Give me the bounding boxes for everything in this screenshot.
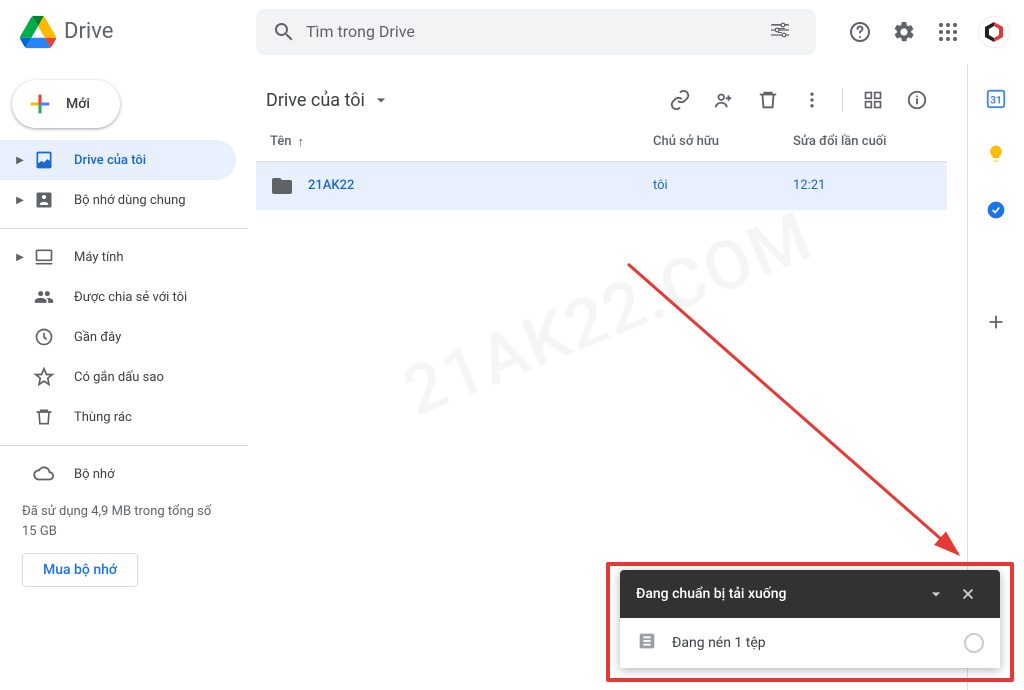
tasks-addon-icon[interactable] bbox=[976, 190, 1016, 230]
search-input[interactable] bbox=[306, 22, 750, 41]
toast-header: Đang chuẩn bị tải xuống bbox=[620, 570, 1000, 618]
sidebar-item-storage[interactable]: Bộ nhớ bbox=[0, 454, 236, 494]
share-icon[interactable] bbox=[704, 80, 744, 120]
svg-text:31: 31 bbox=[990, 96, 1002, 107]
new-button-label: Mới bbox=[66, 96, 90, 112]
search-bar[interactable] bbox=[256, 9, 816, 55]
info-icon[interactable] bbox=[897, 80, 937, 120]
dropdown-icon bbox=[371, 90, 391, 110]
sort-arrow-icon: ↑ bbox=[298, 134, 305, 150]
settings-icon[interactable] bbox=[884, 12, 924, 52]
file-modified: 12:21 bbox=[793, 178, 933, 193]
trash-icon bbox=[32, 405, 56, 429]
toast-close-icon[interactable] bbox=[952, 578, 984, 610]
sidebar-label: Bộ nhớ dùng chung bbox=[74, 193, 186, 208]
folder-icon bbox=[270, 174, 294, 198]
archive-icon bbox=[636, 630, 658, 656]
sidebar-item-my-drive[interactable]: ▶ Drive của tôi bbox=[0, 140, 236, 180]
toast-collapse-icon[interactable] bbox=[920, 578, 952, 610]
new-button[interactable]: Mới bbox=[12, 80, 120, 128]
star-icon bbox=[32, 365, 56, 389]
more-icon[interactable] bbox=[792, 80, 832, 120]
breadcrumb-text: Drive của tôi bbox=[266, 90, 365, 111]
sidebar-item-starred[interactable]: Có gắn dấu sao bbox=[0, 357, 236, 397]
expand-icon[interactable]: ▶ bbox=[8, 252, 32, 263]
sidebar-label: Drive của tôi bbox=[74, 153, 146, 168]
column-name[interactable]: Tên ↑ bbox=[270, 134, 653, 150]
sidebar-item-shared-drives[interactable]: ▶ Bộ nhớ dùng chung bbox=[0, 180, 236, 220]
shared-drives-icon bbox=[32, 188, 56, 212]
file-name: 21AK22 bbox=[308, 178, 354, 193]
toolbar bbox=[660, 80, 937, 120]
cloud-icon bbox=[32, 462, 56, 486]
progress-spinner-icon bbox=[964, 633, 984, 653]
breadcrumb-title[interactable]: Drive của tôi bbox=[266, 90, 391, 111]
buy-storage-button[interactable]: Mua bộ nhớ bbox=[22, 553, 138, 587]
shared-with-me-icon bbox=[32, 285, 56, 309]
drive-logo-icon[interactable] bbox=[18, 12, 58, 52]
file-owner: tôi bbox=[653, 178, 793, 193]
search-icon bbox=[272, 20, 296, 44]
sidebar-label: Gần đây bbox=[74, 330, 121, 345]
toast-item: Đang nén 1 tệp bbox=[620, 618, 1000, 668]
sidebar-label: Được chia sẻ với tôi bbox=[74, 290, 187, 305]
column-modified[interactable]: Sửa đổi lần cuối bbox=[793, 134, 933, 149]
file-row[interactable]: 21AK22 tôi 12:21 bbox=[256, 162, 947, 210]
delete-icon[interactable] bbox=[748, 80, 788, 120]
storage-info: Đã sử dụng 4,9 MB trong tổng số 15 GB Mu… bbox=[0, 494, 248, 595]
computers-icon bbox=[32, 245, 56, 269]
app-name: Drive bbox=[64, 19, 113, 44]
storage-usage-text: Đã sử dụng 4,9 MB trong tổng số 15 GB bbox=[22, 502, 226, 541]
my-drive-icon bbox=[32, 148, 56, 172]
logo-area: Drive bbox=[8, 12, 256, 52]
help-icon[interactable] bbox=[840, 12, 880, 52]
watermark: 21AK22.COM bbox=[392, 196, 823, 432]
add-addon-icon[interactable] bbox=[976, 302, 1016, 342]
table-header: Tên ↑ Chủ sở hữu Sửa đổi lần cuối bbox=[256, 122, 947, 162]
sidebar-item-computers[interactable]: ▶ Máy tính bbox=[0, 237, 236, 277]
divider bbox=[0, 445, 248, 446]
sidebar-label: Có gắn dấu sao bbox=[74, 370, 164, 385]
sidebar: Mới ▶ Drive của tôi ▶ Bộ nhớ dùng chung … bbox=[0, 64, 248, 690]
sidebar-label: Thùng rác bbox=[74, 410, 132, 425]
account-avatar[interactable] bbox=[978, 16, 1010, 48]
sidebar-item-recent[interactable]: Gần đây bbox=[0, 317, 236, 357]
breadcrumb-bar: Drive của tôi bbox=[256, 78, 947, 122]
toast-status: Đang nén 1 tệp bbox=[672, 635, 766, 651]
search-options-icon[interactable] bbox=[750, 10, 810, 54]
sidebar-item-trash[interactable]: Thùng rác bbox=[0, 397, 236, 437]
keep-addon-icon[interactable] bbox=[976, 134, 1016, 174]
divider bbox=[0, 228, 248, 229]
expand-icon[interactable]: ▶ bbox=[8, 195, 32, 206]
recent-icon bbox=[32, 325, 56, 349]
header-tools bbox=[840, 12, 1016, 52]
download-toast: Đang chuẩn bị tải xuống Đang nén 1 tệp bbox=[620, 570, 1000, 668]
column-owner[interactable]: Chủ sở hữu bbox=[653, 134, 793, 149]
expand-icon[interactable]: ▶ bbox=[8, 155, 32, 166]
get-link-icon[interactable] bbox=[660, 80, 700, 120]
sidebar-item-shared-with-me[interactable]: Được chia sẻ với tôi bbox=[0, 277, 236, 317]
separator bbox=[842, 88, 843, 112]
header-bar: Drive bbox=[0, 0, 1024, 64]
sidebar-label: Bộ nhớ bbox=[74, 467, 115, 482]
sidebar-label: Máy tính bbox=[74, 250, 124, 265]
toast-title: Đang chuẩn bị tải xuống bbox=[636, 586, 786, 602]
apps-grid-icon[interactable] bbox=[928, 12, 968, 52]
calendar-addon-icon[interactable]: 31 bbox=[976, 78, 1016, 118]
grid-view-icon[interactable] bbox=[853, 80, 893, 120]
